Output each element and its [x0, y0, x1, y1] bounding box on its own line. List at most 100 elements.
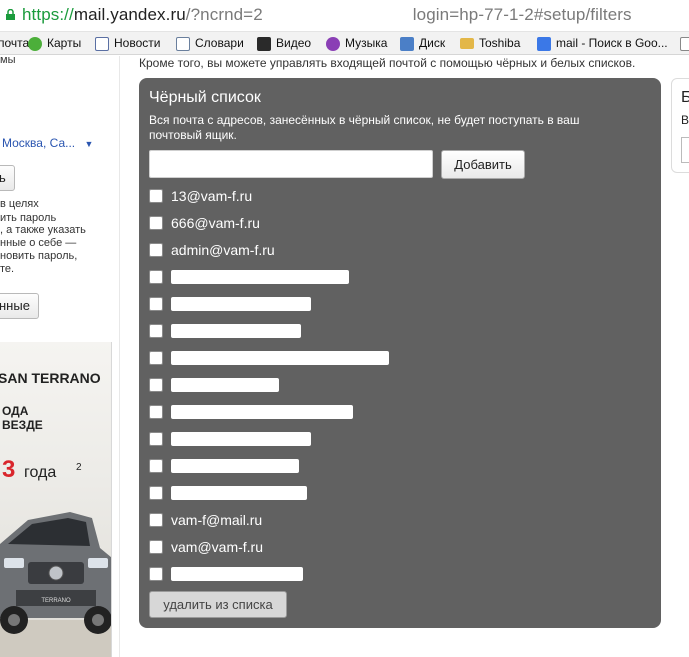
bookmark-dictionary[interactable]: Словари [176, 35, 244, 52]
entry-address: vam@vam-f.ru [171, 539, 263, 555]
bookmark-toshiba[interactable]: Toshiba [460, 35, 520, 52]
blacklist-entry: 13@vam-f.ru [149, 186, 252, 206]
bookmark-label: Видео [276, 36, 312, 50]
remove-from-list-button[interactable]: удалить из списка [149, 591, 287, 618]
entry-checkbox[interactable] [149, 324, 163, 338]
blacklist-entry-redacted [149, 267, 349, 287]
blacklist-description: Вся почта с адресов, занесённых в чёрный… [149, 113, 580, 142]
bookmark-overflow[interactable] [680, 35, 689, 52]
blacklist-entry-redacted [149, 321, 301, 341]
bookmark-disk[interactable]: Диск [400, 35, 445, 52]
redaction-mark [171, 567, 303, 581]
entry-checkbox[interactable] [149, 351, 163, 365]
bookmark-news[interactable]: Новости [95, 35, 160, 52]
redaction-mark [171, 297, 311, 311]
bookmark-label: Карты [47, 36, 82, 50]
dictionary-icon [176, 36, 190, 51]
entry-address: 13@vam-f.ru [171, 188, 253, 204]
entry-address: 666@vam-f.ru [171, 215, 260, 231]
lock-icon [6, 9, 15, 20]
whitelist-description: В [681, 113, 689, 127]
entry-checkbox[interactable] [149, 405, 163, 419]
redaction-mark [171, 486, 307, 500]
redaction-mark [171, 270, 349, 284]
entry-checkbox[interactable] [149, 243, 163, 257]
ad-line: ВЕЗДЕ [2, 418, 43, 432]
blacklist-entry-redacted [149, 456, 299, 476]
redaction-mark [171, 432, 311, 446]
bookmark-label: mail - Поиск в Goo... [556, 36, 668, 50]
bookmark-google-search[interactable]: mail - Поиск в Goo... [537, 35, 668, 52]
sidebar-text-line: ить пароль [0, 212, 57, 224]
blacklist-entry: vam-f@mail.ru [149, 510, 262, 530]
sidebar-text-line: , а также указать [0, 224, 86, 236]
blacklist-entry-redacted [149, 348, 389, 368]
redaction-mark [171, 405, 353, 419]
location-text: Москва, Са... [2, 136, 76, 150]
ad-sup: 2 [76, 462, 82, 473]
blacklist-title: Чёрный список [149, 89, 261, 106]
sidebar-text-line: нные о себе — [0, 237, 77, 249]
redaction-mark [171, 351, 389, 365]
location-link[interactable]: Москва, Са... ▼ [2, 136, 93, 150]
url-redaction [262, 9, 413, 22]
chevron-down-icon: ▼ [84, 139, 94, 149]
video-icon [257, 36, 271, 51]
main-content: Кроме того, вы можете управлять входящей… [122, 56, 689, 657]
whitelist-panel: Б В [671, 78, 689, 173]
sidebar-data-button[interactable]: нные [0, 293, 39, 319]
ad-suffix: года [24, 464, 57, 481]
blacklist-entry-redacted [149, 429, 311, 449]
url-scheme: https:// [22, 5, 74, 24]
page-icon [680, 36, 689, 51]
sidebar-fragment: мы [0, 56, 16, 66]
bookmarks-bar: почта Карты Новости Словари Видео Музыка… [0, 32, 689, 55]
bookmark-label: Toshiba [479, 36, 521, 50]
blacklist-panel: Чёрный список Вся почта с адресов, занес… [139, 78, 661, 628]
intro-text: Кроме того, вы можете управлять входящей… [139, 56, 636, 70]
entry-checkbox[interactable] [149, 297, 163, 311]
whitelist-input[interactable] [681, 137, 689, 163]
car-plate: TERRANO [41, 598, 71, 604]
bookmark-video[interactable]: Видео [257, 35, 311, 52]
folder-icon [460, 38, 474, 49]
sidebar-text-line: новить пароль, [0, 250, 78, 262]
entry-checkbox[interactable] [149, 486, 163, 500]
disk-icon [400, 36, 414, 51]
blacklist-address-input[interactable] [149, 150, 433, 178]
entry-checkbox[interactable] [149, 567, 163, 581]
redaction-mark [171, 459, 299, 473]
entry-checkbox[interactable] [149, 270, 163, 284]
entry-checkbox[interactable] [149, 540, 163, 554]
whitelist-title: Б [681, 89, 689, 106]
blacklist-entry-redacted [149, 294, 311, 314]
blacklist-entry-redacted [149, 402, 353, 422]
entry-checkbox[interactable] [149, 378, 163, 392]
url-text: https://mail.yandex.ru/?ncrnd=2 login=hp-… [22, 5, 632, 25]
entry-checkbox[interactable] [149, 432, 163, 446]
ad-line: ОДА [2, 404, 29, 418]
add-button[interactable]: Добавить [441, 150, 525, 179]
entry-checkbox[interactable] [149, 189, 163, 203]
page-icon [95, 36, 109, 51]
blacklist-entry: admin@vam-f.ru [149, 240, 275, 260]
entry-address: vam-f@mail.ru [171, 512, 263, 528]
entry-checkbox[interactable] [149, 216, 163, 230]
maps-icon [28, 36, 42, 51]
bookmark-label: Музыка [345, 36, 388, 50]
bookmark-maps[interactable]: Карты [28, 35, 81, 52]
bookmark-label: почта [0, 36, 30, 50]
address-bar[interactable]: https://mail.yandex.ru/?ncrnd=2 login=hp-… [0, 0, 689, 32]
car-image: TERRANO [0, 512, 111, 657]
blacklist-entry-redacted [149, 564, 303, 584]
ad-banner[interactable]: SAN TERRANO ОДА ВЕЗДЕ 3 года 2 TERRANO [0, 342, 112, 657]
entry-checkbox[interactable] [149, 459, 163, 473]
bookmark-label: Диск [419, 36, 446, 50]
redaction-mark [171, 324, 301, 338]
sidebar-text-line: в целях [0, 198, 39, 210]
entry-checkbox[interactable] [149, 513, 163, 527]
bookmark-mail[interactable]: почта [0, 35, 29, 52]
bookmark-music[interactable]: Музыка [326, 35, 387, 52]
sidebar-button[interactable]: ь [0, 165, 15, 191]
blacklist-entry: 666@vam-f.ru [149, 213, 260, 233]
